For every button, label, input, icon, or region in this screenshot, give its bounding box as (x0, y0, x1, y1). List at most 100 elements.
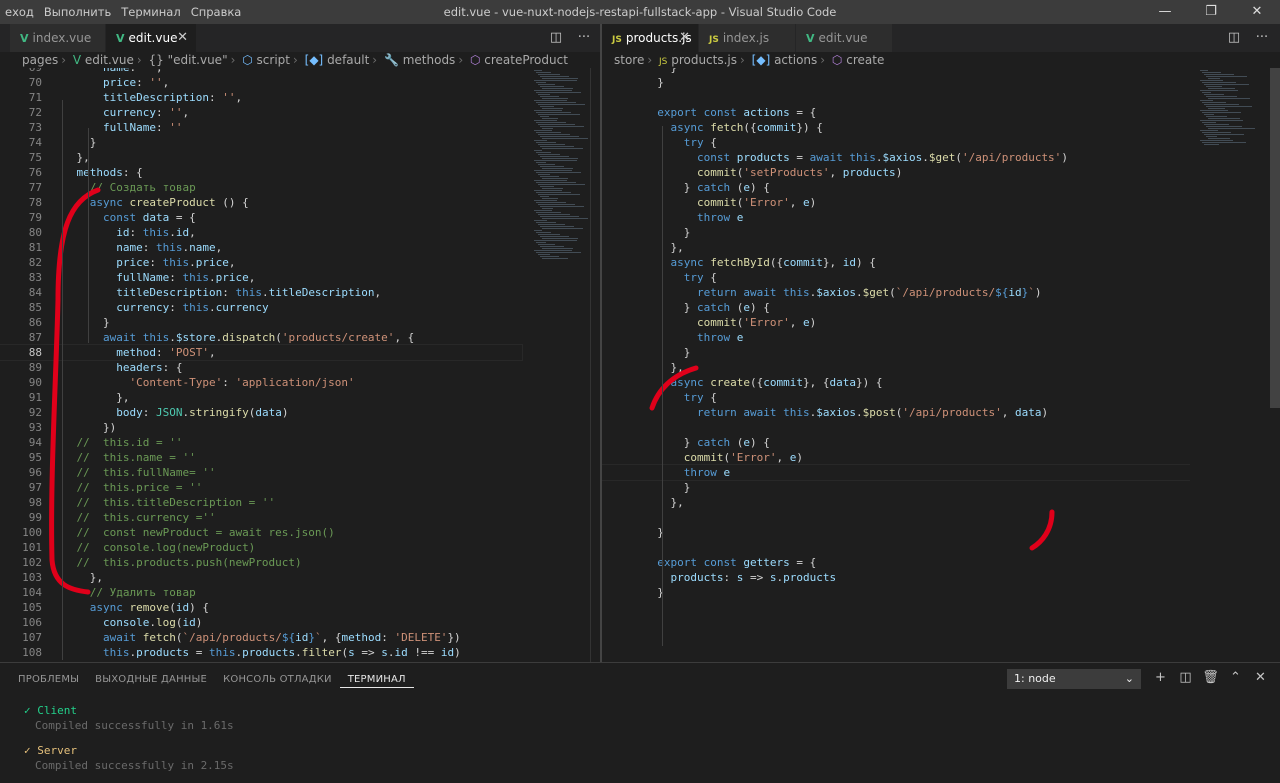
breadcrumb-item[interactable]: create (846, 53, 884, 67)
tab-edit-vue-right[interactable]: Vedit.vue (796, 24, 892, 52)
code-line[interactable]: 97 // this.price = '' (0, 480, 524, 495)
code-line[interactable]: 71 titleDescription: '', (0, 90, 524, 105)
code-line[interactable]: 102 // this.products.push(newProduct) (0, 555, 524, 570)
code-line[interactable]: 90 'Content-Type': 'application/json' (0, 375, 524, 390)
code-line[interactable]: 17 } catch (e) { (602, 180, 1190, 195)
code-line[interactable]: 103 }, (0, 570, 524, 585)
code-line[interactable]: 29 }, (602, 360, 1190, 375)
breadcrumb-item[interactable]: methods (403, 53, 456, 67)
code-line[interactable]: 101 // console.log(newProduct) (0, 540, 524, 555)
code-line[interactable]: 15 const products = await this.$axios.$g… (602, 150, 1190, 165)
code-line[interactable]: 70 price: '', (0, 75, 524, 90)
breadcrumb-item[interactable]: actions (774, 53, 817, 67)
tab-problems[interactable]: ПРОБЛЕМЫ (10, 673, 87, 688)
code-line[interactable]: 108 this.products = this.products.filter… (0, 645, 524, 660)
breadcrumb-item[interactable]: pages (22, 53, 58, 67)
tab-index-vue[interactable]: Vindex.vue (10, 24, 105, 52)
code-line[interactable]: 24 return await this.$axios.$get(`/api/p… (602, 285, 1190, 300)
code-line[interactable]: 20 } (602, 225, 1190, 240)
code-line[interactable]: 72 currency: '', (0, 105, 524, 120)
code-line[interactable]: 98 // this.titleDescription = '' (0, 495, 524, 510)
code-line[interactable]: 39 (602, 510, 1190, 525)
code-line[interactable]: 19 throw e (602, 210, 1190, 225)
close-icon[interactable]: ✕ (679, 24, 690, 52)
right-minimap[interactable] (1196, 68, 1256, 662)
code-line[interactable]: 30 async create({commit}, {data}) { (602, 375, 1190, 390)
code-line[interactable]: 25 } catch (e) { (602, 300, 1190, 315)
code-line[interactable]: 107 await fetch(`/api/products/${id}`, {… (0, 630, 524, 645)
code-line[interactable]: 22 async fetchById({commit}, id) { (602, 255, 1190, 270)
code-line[interactable]: 16 commit('setProducts', products) (602, 165, 1190, 180)
tab-debug-console[interactable]: КОНСОЛЬ ОТЛАДКИ (215, 673, 340, 688)
code-line[interactable]: 106 console.log(id) (0, 615, 524, 630)
split-editor-icon[interactable]: ◫ (542, 24, 570, 52)
tab-index-js[interactable]: JS index.js (699, 24, 795, 52)
code-line[interactable]: 92 body: JSON.stringify(data) (0, 405, 524, 420)
breadcrumb-item[interactable]: script (257, 53, 290, 67)
tab-edit-vue[interactable]: Vedit.vue ✕ (106, 24, 196, 52)
code-line[interactable]: 73 fullName: '' (0, 120, 524, 135)
code-line[interactable]: 93 }) (0, 420, 524, 435)
code-line[interactable]: 85 currency: this.currency (0, 300, 524, 315)
code-line[interactable]: 32 return await this.$axios.$post('/api/… (602, 405, 1190, 420)
code-line[interactable]: 12 export const actions = { (602, 105, 1190, 120)
code-line[interactable]: 11 (602, 90, 1190, 105)
code-line[interactable]: 89 headers: { (0, 360, 524, 375)
code-line[interactable]: 28 } (602, 345, 1190, 360)
code-line[interactable]: 86 } (0, 315, 524, 330)
tab-output[interactable]: ВЫХОДНЫЕ ДАННЫЕ (87, 673, 215, 688)
breadcrumb-item[interactable]: default (327, 53, 369, 67)
code-line[interactable]: 87 await this.$store.dispatch('products/… (0, 330, 524, 345)
code-line[interactable]: 80 id: this.id, (0, 225, 524, 240)
code-line[interactable]: 104 // Удалить товар (0, 585, 524, 600)
breadcrumb-item[interactable]: edit.vue (85, 53, 134, 67)
code-line[interactable]: 82 price: this.price, (0, 255, 524, 270)
code-line[interactable]: 26 commit('Error', e) (602, 315, 1190, 330)
code-line[interactable]: 42 export const getters = { (602, 555, 1190, 570)
code-line[interactable]: 23 try { (602, 270, 1190, 285)
code-line[interactable]: 69 name: '', (0, 68, 524, 75)
menu-terminal[interactable]: Терминал (116, 0, 185, 24)
code-line[interactable]: 10 } (602, 75, 1190, 90)
code-line[interactable]: 40 } (602, 525, 1190, 540)
more-actions-icon[interactable]: ··· (1248, 24, 1276, 52)
breadcrumb-item[interactable]: {} "edit.vue" (149, 53, 228, 67)
code-line[interactable]: 96 // this.fullName= '' (0, 465, 524, 480)
code-line[interactable]: 81 name: this.name, (0, 240, 524, 255)
code-line[interactable]: 74 } (0, 135, 524, 150)
minimize-button[interactable]: — (1142, 0, 1188, 24)
close-window-button[interactable]: ✕ (1234, 0, 1280, 24)
code-line[interactable]: 33 (602, 420, 1190, 435)
code-line[interactable]: 94 // this.id = '' (0, 435, 524, 450)
code-line[interactable]: 75 }, (0, 150, 524, 165)
code-line[interactable]: 34 } catch (e) { (602, 435, 1190, 450)
code-line[interactable]: 31 try { (602, 390, 1190, 405)
trash-icon[interactable]: 🗑 (1198, 669, 1223, 687)
breadcrumb-item[interactable]: store (614, 53, 644, 67)
code-line[interactable]: 77 // Создать товар (0, 180, 524, 195)
close-icon[interactable]: ✕ (177, 24, 188, 52)
code-line[interactable]: 38 }, (602, 495, 1190, 510)
code-line[interactable]: 91 }, (0, 390, 524, 405)
menu-go[interactable]: еход (0, 0, 39, 24)
code-line[interactable]: 76 methods: { (0, 165, 524, 180)
code-line[interactable]: 13 async fetch({commit}) { (602, 120, 1190, 135)
right-code-editor[interactable]: 9 }10 }1112 export const actions = {13 a… (602, 68, 1190, 662)
code-line[interactable]: 18 commit('Error', e) (602, 195, 1190, 210)
code-line[interactable]: 83 fullName: this.price, (0, 270, 524, 285)
code-line[interactable]: 35 commit('Error', e) (602, 450, 1190, 465)
code-line[interactable]: 43 products: s => s.products (602, 570, 1190, 585)
maximize-panel-icon[interactable]: ⌃ (1223, 669, 1248, 687)
code-line[interactable]: 84 titleDescription: this.titleDescripti… (0, 285, 524, 300)
code-line[interactable]: 105 async remove(id) { (0, 600, 524, 615)
code-line[interactable]: 27 throw e (602, 330, 1190, 345)
split-terminal-icon[interactable]: ◫ (1173, 669, 1198, 687)
breadcrumb-item[interactable]: createProduct (484, 53, 568, 67)
tab-products-js[interactable]: JS products.js ✕ (602, 24, 698, 52)
maximize-button[interactable]: ❐ (1188, 0, 1234, 24)
terminal-select[interactable]: 1: node ⌄ (1007, 669, 1141, 689)
code-line[interactable]: 41 (602, 540, 1190, 555)
close-panel-icon[interactable]: ✕ (1248, 669, 1273, 687)
code-line[interactable]: 100 // const newProduct = await res.json… (0, 525, 524, 540)
code-line[interactable]: 21 }, (602, 240, 1190, 255)
